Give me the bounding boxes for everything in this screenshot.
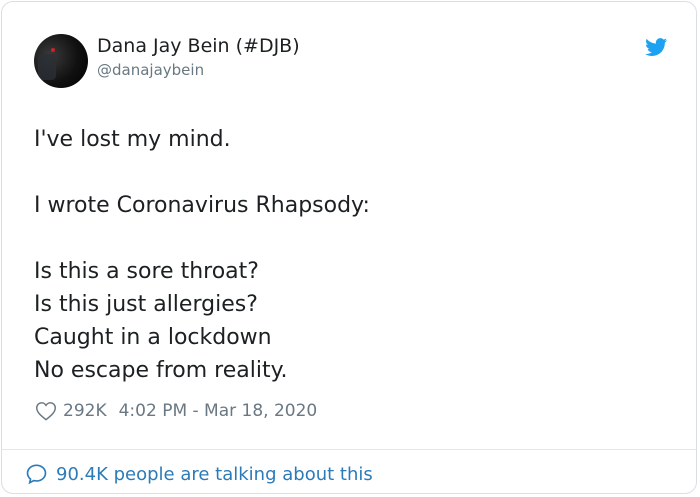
- avatar[interactable]: [34, 34, 88, 88]
- speech-bubble-icon: [26, 464, 47, 485]
- tweet-line: No escape from reality.: [34, 358, 288, 383]
- tweet-line: Is this just allergies?: [34, 292, 258, 317]
- timestamp[interactable]: 4:02 PM - Mar 18, 2020: [119, 401, 318, 421]
- heart-icon[interactable]: [35, 401, 57, 421]
- conversation-link-label[interactable]: 90.4K people are talking about this: [56, 464, 373, 485]
- avatar-red-light: [51, 48, 55, 52]
- tweet-line: Caught in a lockdown: [34, 325, 272, 350]
- like-count[interactable]: 292K: [63, 401, 107, 421]
- divider: [2, 449, 696, 450]
- tweet-text: I've lost my mind. I wrote Coronavirus R…: [34, 123, 654, 387]
- author-handle[interactable]: @danajaybein: [97, 61, 204, 79]
- tweet-line: I wrote Coronavirus Rhapsody:: [34, 193, 370, 218]
- tweet-card[interactable]: Dana Jay Bein (#DJB) @danajaybein I've l…: [1, 1, 697, 494]
- tweet-line: I've lost my mind.: [34, 127, 231, 152]
- author-display-name[interactable]: Dana Jay Bein (#DJB): [97, 35, 300, 57]
- conversation-link[interactable]: 90.4K people are talking about this: [25, 461, 373, 487]
- tweet-meta: 292K 4:02 PM - Mar 18, 2020: [35, 399, 317, 423]
- avatar-shade: [38, 54, 56, 80]
- tweet-line: Is this a sore throat?: [34, 259, 259, 284]
- twitter-bird-icon[interactable]: [644, 36, 669, 58]
